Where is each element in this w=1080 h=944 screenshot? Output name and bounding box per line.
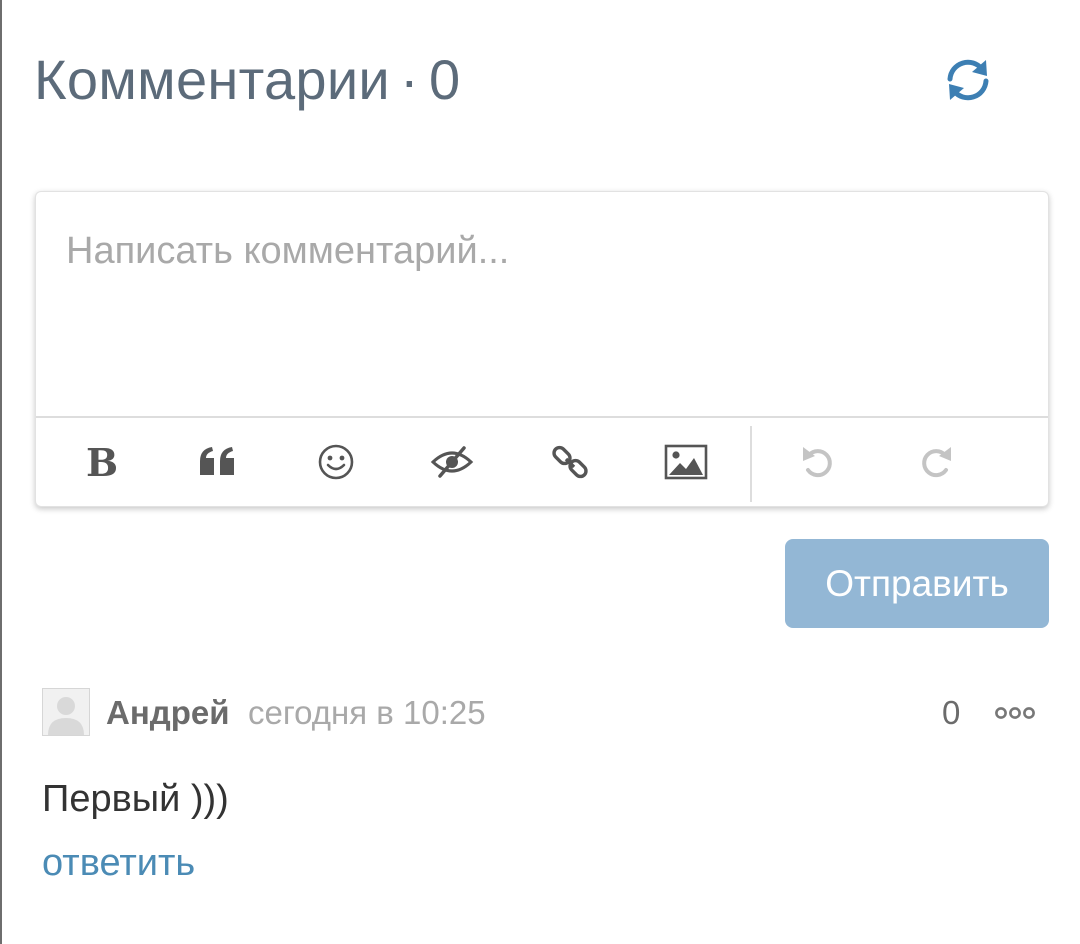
refresh-icon xyxy=(947,59,989,101)
spoiler-icon xyxy=(430,446,474,478)
emoji-button[interactable] xyxy=(306,432,366,492)
image-button[interactable] xyxy=(656,432,716,492)
comments-title-separator: · xyxy=(400,48,419,111)
toolbar-divider xyxy=(750,426,752,502)
image-icon xyxy=(664,444,708,480)
avatar[interactable] xyxy=(42,688,90,736)
comments-title: Комментарии · 0 xyxy=(34,46,460,114)
comment-header: Андрей сегодня в 10:25 0 xyxy=(42,688,1042,740)
comments-panel: Комментарии·0 B xyxy=(0,0,1080,944)
more-options-icon xyxy=(995,707,1035,719)
comments-count: 0 xyxy=(428,48,461,111)
editor-toolbar: B xyxy=(36,416,1048,506)
send-button[interactable]: Отправить xyxy=(785,539,1049,628)
comment-input[interactable] xyxy=(36,192,1048,416)
refresh-button[interactable] xyxy=(940,52,996,108)
comment-text: Первый ))) xyxy=(42,778,229,820)
spoiler-button[interactable] xyxy=(422,432,482,492)
comment-rating: 0 xyxy=(942,694,961,731)
comment-timestamp: сегодня в 10:25 xyxy=(248,694,486,731)
smile-icon xyxy=(318,444,354,480)
quote-icon xyxy=(200,447,234,475)
quote-button[interactable] xyxy=(188,432,248,492)
comment-editor: B xyxy=(35,191,1049,507)
redo-icon xyxy=(922,447,951,478)
link-icon xyxy=(552,445,588,479)
redo-button[interactable] xyxy=(906,432,966,492)
undo-icon xyxy=(803,447,832,478)
reply-link[interactable]: ответить xyxy=(42,842,195,885)
link-button[interactable] xyxy=(540,432,600,492)
comments-title-label: Комментарии xyxy=(34,48,391,111)
bold-button[interactable]: B xyxy=(72,432,132,492)
comment-author[interactable]: Андрей xyxy=(106,694,230,732)
user-avatar-icon xyxy=(43,689,89,735)
undo-button[interactable] xyxy=(788,432,848,492)
comment-more-button[interactable] xyxy=(990,696,1040,730)
bold-icon: B xyxy=(85,439,119,485)
